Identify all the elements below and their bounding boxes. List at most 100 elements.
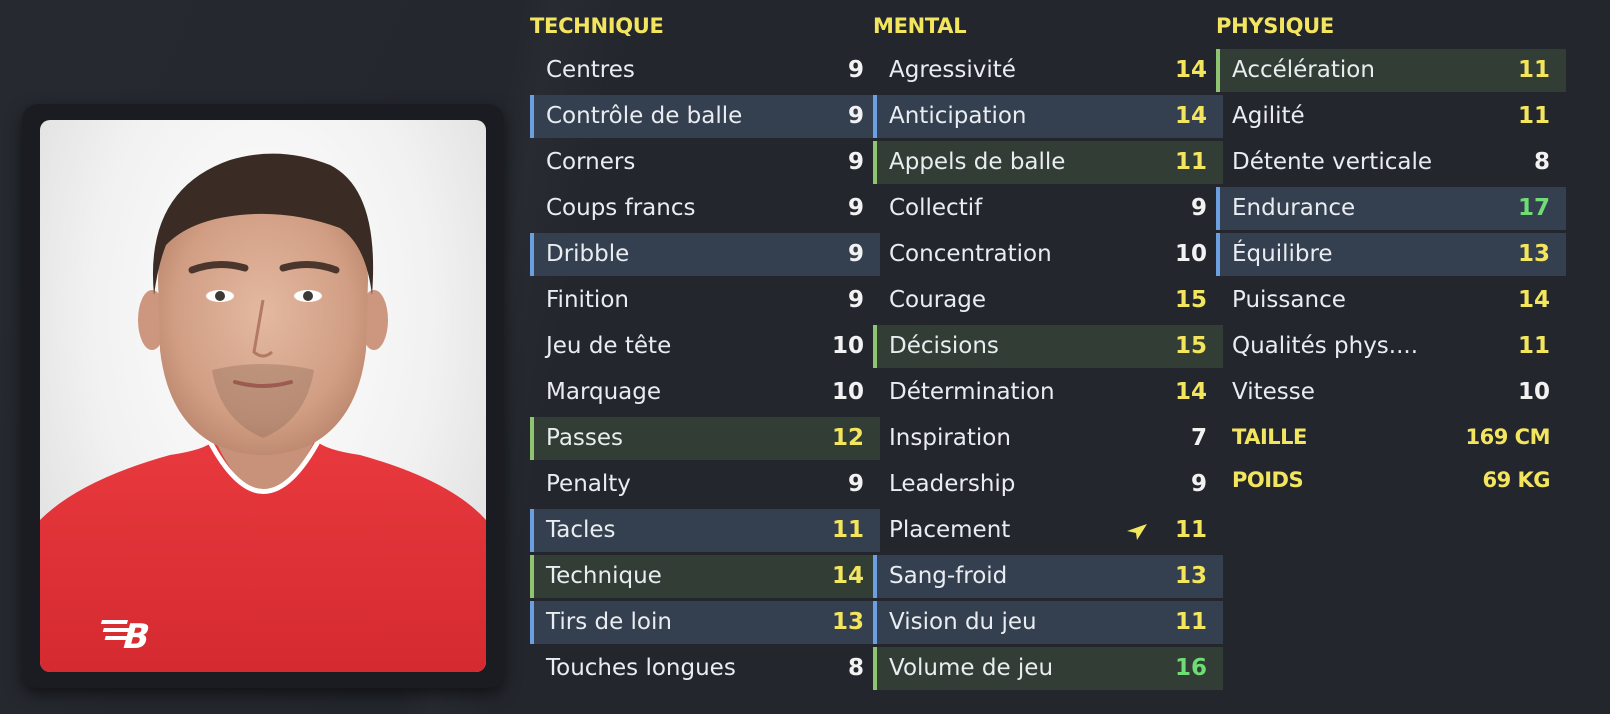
attribute-value: 13: [831, 609, 864, 635]
attribute-value: 11: [1517, 103, 1550, 129]
weight-label: POIDS: [1232, 468, 1304, 492]
attribute-name: Décisions: [889, 333, 999, 359]
attribute-name: Marquage: [546, 379, 662, 405]
attribute-row[interactable]: Équilibre 13: [1216, 233, 1566, 276]
attribute-value: 14: [1174, 379, 1207, 405]
attribute-value: 17: [1517, 195, 1550, 221]
attribute-row[interactable]: Leadership 9: [873, 463, 1223, 506]
attribute-value: 15: [1174, 287, 1207, 313]
attribute-row[interactable]: Touches longues 8: [530, 647, 880, 690]
attribute-name: Corners: [546, 149, 636, 175]
player-portrait-frame: B: [22, 104, 504, 688]
attribute-name: Volume de jeu: [889, 655, 1054, 681]
attribute-name: Sang-froid: [889, 563, 1008, 589]
attribute-row[interactable]: Penalty 9: [530, 463, 880, 506]
attribute-value: 7: [1190, 425, 1207, 451]
attribute-value: 14: [1174, 57, 1207, 83]
attribute-row[interactable]: Sang-froid 13: [873, 555, 1223, 598]
attribute-row[interactable]: Décisions 15: [873, 325, 1223, 368]
attribute-row[interactable]: Inspiration 7: [873, 417, 1223, 460]
attribute-name: Centres: [546, 57, 635, 83]
attribute-row[interactable]: Corners 9: [530, 141, 880, 184]
attribute-name: Coups francs: [546, 195, 696, 221]
attribute-name: Puissance: [1232, 287, 1346, 313]
attribute-name: Anticipation: [889, 103, 1027, 129]
attribute-name: Détente verticale: [1232, 149, 1432, 175]
attribute-value: 10: [831, 333, 864, 359]
attribute-value: 11: [1517, 333, 1550, 359]
attribute-row[interactable]: Coups francs 9: [530, 187, 880, 230]
attribute-value: 9: [847, 57, 864, 83]
attribute-value: 11: [1174, 149, 1207, 175]
attribute-name: Placement: [889, 517, 1011, 543]
attribute-row[interactable]: Appels de balle 11: [873, 141, 1223, 184]
attribute-value: 13: [1174, 563, 1207, 589]
attribute-row[interactable]: Anticipation 14: [873, 95, 1223, 138]
mouse-cursor-icon: [1127, 524, 1147, 540]
attribute-row[interactable]: Finition 9: [530, 279, 880, 322]
attribute-name: Accélération: [1232, 57, 1375, 83]
attribute-name: Collectif: [889, 195, 983, 221]
attribute-row[interactable]: Passes 12: [530, 417, 880, 460]
attribute-name: Endurance: [1232, 195, 1356, 221]
attribute-row[interactable]: Centres 9: [530, 49, 880, 92]
attribute-row[interactable]: Tirs de loin 13: [530, 601, 880, 644]
attribute-value: 9: [847, 241, 864, 267]
attribute-row[interactable]: Détente verticale 8: [1216, 141, 1566, 184]
attribute-name: Dribble: [546, 241, 630, 267]
height-value: 169 CM: [1465, 425, 1551, 449]
attribute-row[interactable]: Jeu de tête 10: [530, 325, 880, 368]
attribute-row[interactable]: Vision du jeu 11: [873, 601, 1223, 644]
attribute-name: Courage: [889, 287, 987, 313]
attribute-row[interactable]: Courage 15: [873, 279, 1223, 322]
attribute-row[interactable]: Agilité 11: [1216, 95, 1566, 138]
attribute-name: Jeu de tête: [546, 333, 672, 359]
player-photo-image: B: [40, 153, 486, 672]
technique-title: TECHNIQUE: [530, 14, 664, 38]
attribute-name: Touches longues: [546, 655, 736, 681]
attribute-value: 8: [847, 655, 864, 681]
attribute-value: 9: [1190, 195, 1207, 221]
attribute-value: 11: [831, 517, 864, 543]
attribute-value: 9: [847, 103, 864, 129]
attribute-row[interactable]: Concentration 10: [873, 233, 1223, 276]
attribute-value: 9: [847, 287, 864, 313]
attribute-value: 10: [1517, 379, 1550, 405]
attribute-name: Agilité: [1232, 103, 1305, 129]
attribute-row[interactable]: Puissance 14: [1216, 279, 1566, 322]
player-photo: B: [40, 120, 486, 672]
attribute-row[interactable]: Volume de jeu 16: [873, 647, 1223, 690]
attribute-row[interactable]: Qualités phys.... 11: [1216, 325, 1566, 368]
weight-value: 69 KG: [1482, 468, 1550, 492]
attribute-value: 13: [1517, 241, 1550, 267]
attribute-value: 10: [831, 379, 864, 405]
attribute-row[interactable]: Technique 14: [530, 555, 880, 598]
attribute-value: 14: [1174, 103, 1207, 129]
attribute-row[interactable]: Placement 11: [873, 509, 1223, 552]
attribute-value: 14: [831, 563, 864, 589]
attribute-row[interactable]: Contrôle de balle 9: [530, 95, 880, 138]
attribute-row[interactable]: Tacles 11: [530, 509, 880, 552]
attribute-row[interactable]: Vitesse 10: [1216, 371, 1566, 414]
attribute-row[interactable]: Marquage 10: [530, 371, 880, 414]
attribute-value: 9: [1190, 471, 1207, 497]
attribute-name: Leadership: [889, 471, 1016, 497]
attribute-value: 16: [1174, 655, 1207, 681]
attribute-row[interactable]: Collectif 9: [873, 187, 1223, 230]
attribute-name: Agressivité: [889, 57, 1016, 83]
technique-attributes: Centres 9 Contrôle de balle 9 Corners 9 Coups …: [530, 49, 880, 693]
attribute-value: 15: [1174, 333, 1207, 359]
height-label: TAILLE: [1232, 425, 1307, 449]
attribute-value: 11: [1174, 609, 1207, 635]
attribute-row[interactable]: Agressivité 14: [873, 49, 1223, 92]
attribute-value: 9: [847, 195, 864, 221]
attribute-row[interactable]: Endurance 17: [1216, 187, 1566, 230]
attribute-value: 12: [831, 425, 864, 451]
attribute-row[interactable]: Accélération 11: [1216, 49, 1566, 92]
attribute-row[interactable]: Dribble 9: [530, 233, 880, 276]
attribute-row[interactable]: Détermination 14: [873, 371, 1223, 414]
attribute-name: Penalty: [546, 471, 631, 497]
attribute-name: Vision du jeu: [889, 609, 1037, 635]
mental-title: MENTAL: [873, 14, 967, 38]
attribute-value: 14: [1517, 287, 1550, 313]
